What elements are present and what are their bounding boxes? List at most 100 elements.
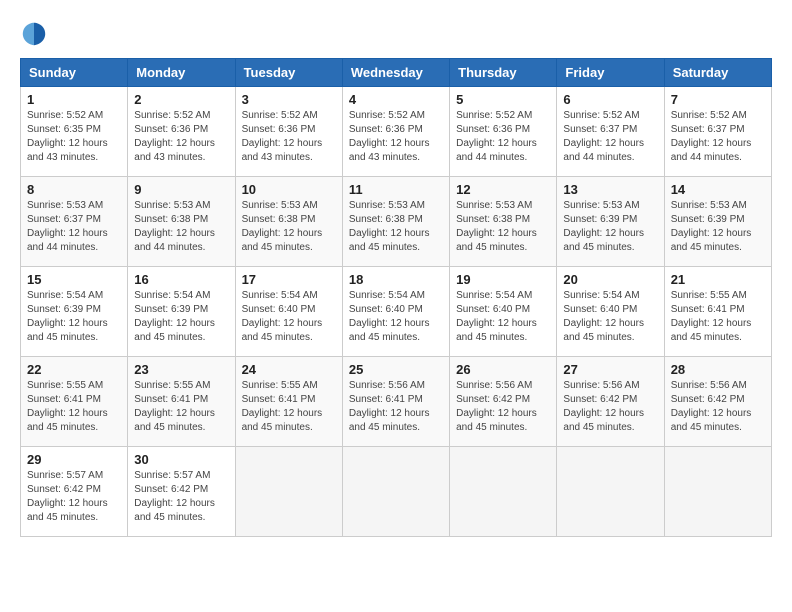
day-info: Sunrise: 5:56 AM Sunset: 6:42 PM Dayligh… xyxy=(671,380,752,433)
col-thursday: Thursday xyxy=(450,59,557,87)
day-info: Sunrise: 5:54 AM Sunset: 6:39 PM Dayligh… xyxy=(27,290,108,343)
col-friday: Friday xyxy=(557,59,664,87)
day-info: Sunrise: 5:55 AM Sunset: 6:41 PM Dayligh… xyxy=(27,380,108,433)
day-number: 2 xyxy=(134,92,228,107)
day-info: Sunrise: 5:53 AM Sunset: 6:39 PM Dayligh… xyxy=(563,200,644,253)
day-info: Sunrise: 5:57 AM Sunset: 6:42 PM Dayligh… xyxy=(134,470,215,523)
day-number: 12 xyxy=(456,182,550,197)
table-row: 23 Sunrise: 5:55 AM Sunset: 6:41 PM Dayl… xyxy=(128,357,235,447)
day-info: Sunrise: 5:52 AM Sunset: 6:36 PM Dayligh… xyxy=(242,110,323,163)
day-number: 6 xyxy=(563,92,657,107)
table-row: 13 Sunrise: 5:53 AM Sunset: 6:39 PM Dayl… xyxy=(557,177,664,267)
header-row: Sunday Monday Tuesday Wednesday Thursday… xyxy=(21,59,772,87)
day-info: Sunrise: 5:54 AM Sunset: 6:40 PM Dayligh… xyxy=(242,290,323,343)
table-row: 30 Sunrise: 5:57 AM Sunset: 6:42 PM Dayl… xyxy=(128,447,235,537)
day-info: Sunrise: 5:52 AM Sunset: 6:36 PM Dayligh… xyxy=(456,110,537,163)
table-row: 29 Sunrise: 5:57 AM Sunset: 6:42 PM Dayl… xyxy=(21,447,128,537)
day-info: Sunrise: 5:55 AM Sunset: 6:41 PM Dayligh… xyxy=(134,380,215,433)
table-row: 14 Sunrise: 5:53 AM Sunset: 6:39 PM Dayl… xyxy=(664,177,771,267)
day-number: 29 xyxy=(27,452,121,467)
day-number: 30 xyxy=(134,452,228,467)
day-number: 1 xyxy=(27,92,121,107)
col-monday: Monday xyxy=(128,59,235,87)
day-info: Sunrise: 5:53 AM Sunset: 6:38 PM Dayligh… xyxy=(456,200,537,253)
day-number: 11 xyxy=(349,182,443,197)
logo-icon xyxy=(20,20,48,48)
day-info: Sunrise: 5:53 AM Sunset: 6:38 PM Dayligh… xyxy=(242,200,323,253)
table-row: 15 Sunrise: 5:54 AM Sunset: 6:39 PM Dayl… xyxy=(21,267,128,357)
col-tuesday: Tuesday xyxy=(235,59,342,87)
table-row: 24 Sunrise: 5:55 AM Sunset: 6:41 PM Dayl… xyxy=(235,357,342,447)
table-row xyxy=(450,447,557,537)
day-info: Sunrise: 5:53 AM Sunset: 6:38 PM Dayligh… xyxy=(134,200,215,253)
day-number: 13 xyxy=(563,182,657,197)
table-row: 17 Sunrise: 5:54 AM Sunset: 6:40 PM Dayl… xyxy=(235,267,342,357)
day-number: 20 xyxy=(563,272,657,287)
col-saturday: Saturday xyxy=(664,59,771,87)
table-row: 10 Sunrise: 5:53 AM Sunset: 6:38 PM Dayl… xyxy=(235,177,342,267)
day-number: 8 xyxy=(27,182,121,197)
day-number: 15 xyxy=(27,272,121,287)
day-info: Sunrise: 5:52 AM Sunset: 6:37 PM Dayligh… xyxy=(671,110,752,163)
day-info: Sunrise: 5:55 AM Sunset: 6:41 PM Dayligh… xyxy=(242,380,323,433)
table-row xyxy=(664,447,771,537)
day-info: Sunrise: 5:53 AM Sunset: 6:37 PM Dayligh… xyxy=(27,200,108,253)
day-number: 21 xyxy=(671,272,765,287)
day-info: Sunrise: 5:56 AM Sunset: 6:42 PM Dayligh… xyxy=(456,380,537,433)
table-row: 21 Sunrise: 5:55 AM Sunset: 6:41 PM Dayl… xyxy=(664,267,771,357)
day-info: Sunrise: 5:52 AM Sunset: 6:37 PM Dayligh… xyxy=(563,110,644,163)
calendar-row: 1 Sunrise: 5:52 AM Sunset: 6:35 PM Dayli… xyxy=(21,87,772,177)
day-number: 18 xyxy=(349,272,443,287)
table-row: 5 Sunrise: 5:52 AM Sunset: 6:36 PM Dayli… xyxy=(450,87,557,177)
table-row: 27 Sunrise: 5:56 AM Sunset: 6:42 PM Dayl… xyxy=(557,357,664,447)
day-number: 4 xyxy=(349,92,443,107)
day-info: Sunrise: 5:56 AM Sunset: 6:42 PM Dayligh… xyxy=(563,380,644,433)
day-number: 5 xyxy=(456,92,550,107)
day-number: 25 xyxy=(349,362,443,377)
day-info: Sunrise: 5:53 AM Sunset: 6:38 PM Dayligh… xyxy=(349,200,430,253)
table-row: 20 Sunrise: 5:54 AM Sunset: 6:40 PM Dayl… xyxy=(557,267,664,357)
day-info: Sunrise: 5:54 AM Sunset: 6:40 PM Dayligh… xyxy=(349,290,430,343)
day-info: Sunrise: 5:52 AM Sunset: 6:36 PM Dayligh… xyxy=(349,110,430,163)
day-number: 16 xyxy=(134,272,228,287)
calendar-row: 15 Sunrise: 5:54 AM Sunset: 6:39 PM Dayl… xyxy=(21,267,772,357)
day-number: 7 xyxy=(671,92,765,107)
day-info: Sunrise: 5:56 AM Sunset: 6:41 PM Dayligh… xyxy=(349,380,430,433)
calendar-row: 8 Sunrise: 5:53 AM Sunset: 6:37 PM Dayli… xyxy=(21,177,772,267)
day-number: 22 xyxy=(27,362,121,377)
table-row xyxy=(557,447,664,537)
table-row: 1 Sunrise: 5:52 AM Sunset: 6:35 PM Dayli… xyxy=(21,87,128,177)
day-number: 17 xyxy=(242,272,336,287)
day-number: 23 xyxy=(134,362,228,377)
table-row: 25 Sunrise: 5:56 AM Sunset: 6:41 PM Dayl… xyxy=(342,357,449,447)
table-row: 19 Sunrise: 5:54 AM Sunset: 6:40 PM Dayl… xyxy=(450,267,557,357)
calendar-row: 29 Sunrise: 5:57 AM Sunset: 6:42 PM Dayl… xyxy=(21,447,772,537)
day-info: Sunrise: 5:54 AM Sunset: 6:39 PM Dayligh… xyxy=(134,290,215,343)
day-info: Sunrise: 5:54 AM Sunset: 6:40 PM Dayligh… xyxy=(563,290,644,343)
table-row: 8 Sunrise: 5:53 AM Sunset: 6:37 PM Dayli… xyxy=(21,177,128,267)
table-row: 4 Sunrise: 5:52 AM Sunset: 6:36 PM Dayli… xyxy=(342,87,449,177)
table-row: 9 Sunrise: 5:53 AM Sunset: 6:38 PM Dayli… xyxy=(128,177,235,267)
table-row: 12 Sunrise: 5:53 AM Sunset: 6:38 PM Dayl… xyxy=(450,177,557,267)
day-info: Sunrise: 5:57 AM Sunset: 6:42 PM Dayligh… xyxy=(27,470,108,523)
day-number: 3 xyxy=(242,92,336,107)
day-number: 9 xyxy=(134,182,228,197)
day-number: 26 xyxy=(456,362,550,377)
col-wednesday: Wednesday xyxy=(342,59,449,87)
table-row xyxy=(235,447,342,537)
table-row: 2 Sunrise: 5:52 AM Sunset: 6:36 PM Dayli… xyxy=(128,87,235,177)
page-header xyxy=(20,20,772,48)
table-row: 11 Sunrise: 5:53 AM Sunset: 6:38 PM Dayl… xyxy=(342,177,449,267)
day-info: Sunrise: 5:53 AM Sunset: 6:39 PM Dayligh… xyxy=(671,200,752,253)
table-row: 22 Sunrise: 5:55 AM Sunset: 6:41 PM Dayl… xyxy=(21,357,128,447)
calendar-row: 22 Sunrise: 5:55 AM Sunset: 6:41 PM Dayl… xyxy=(21,357,772,447)
day-info: Sunrise: 5:52 AM Sunset: 6:36 PM Dayligh… xyxy=(134,110,215,163)
table-row: 3 Sunrise: 5:52 AM Sunset: 6:36 PM Dayli… xyxy=(235,87,342,177)
day-info: Sunrise: 5:54 AM Sunset: 6:40 PM Dayligh… xyxy=(456,290,537,343)
day-number: 14 xyxy=(671,182,765,197)
day-number: 10 xyxy=(242,182,336,197)
col-sunday: Sunday xyxy=(21,59,128,87)
logo xyxy=(20,20,52,48)
day-info: Sunrise: 5:52 AM Sunset: 6:35 PM Dayligh… xyxy=(27,110,108,163)
table-row xyxy=(342,447,449,537)
